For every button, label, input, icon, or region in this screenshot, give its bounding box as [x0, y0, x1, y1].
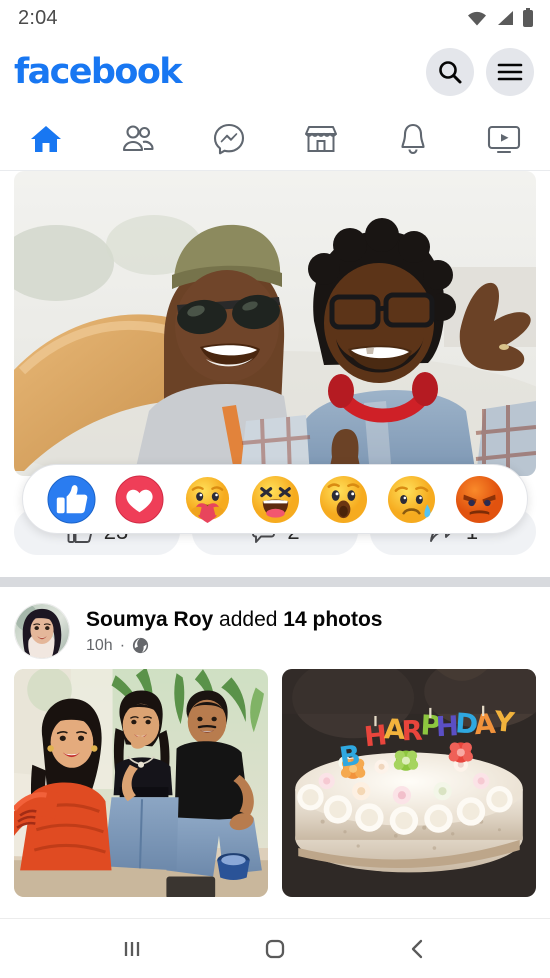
app-header: facebook	[0, 36, 550, 108]
reaction-haha[interactable]	[251, 475, 300, 524]
android-home-button[interactable]	[245, 925, 305, 973]
back-chevron-icon	[412, 939, 423, 958]
post-one-image-wrap: Cameron Green and 3 others	[0, 171, 550, 534]
two-friends-selfie-photo	[14, 171, 536, 476]
menu-button[interactable]	[486, 48, 534, 96]
status-icons	[466, 8, 534, 28]
soumya-roy-avatar-photo	[15, 604, 69, 658]
friends-icon	[122, 125, 154, 152]
android-back-button[interactable]	[388, 925, 448, 973]
post-author-name[interactable]: Soumya Roy	[86, 608, 213, 631]
svg-text:B: B	[338, 740, 363, 774]
meta-separator: ·	[119, 636, 126, 654]
haha-reaction-icon	[251, 475, 299, 523]
status-bar: 2:04	[0, 0, 550, 36]
navigation-tab-bar	[0, 108, 550, 171]
reaction-love[interactable]	[114, 474, 164, 524]
reaction-picker	[22, 464, 528, 534]
happy-birthday-cake-photo: B H A R P H D A Y	[282, 669, 536, 897]
grid-photo-friends[interactable]	[14, 669, 268, 897]
post-two-header: Soumya Roy added 14 photos 10h ·	[0, 587, 550, 669]
care-reaction-icon	[185, 476, 229, 523]
messenger-icon	[214, 123, 245, 155]
tab-friends[interactable]	[92, 108, 184, 170]
reaction-wow[interactable]	[319, 475, 368, 524]
reaction-like[interactable]	[46, 474, 96, 524]
post-two-photo-grid: B H A R P H D A Y	[0, 669, 550, 897]
android-navigation-bar	[0, 918, 550, 978]
facebook-logo[interactable]: facebook	[14, 54, 183, 90]
hamburger-menu-icon	[497, 63, 523, 81]
post-two-head-text: Soumya Roy added 14 photos 10h ·	[86, 607, 382, 654]
reaction-angry[interactable]	[455, 475, 504, 524]
header-actions	[426, 48, 534, 96]
search-button[interactable]	[426, 48, 474, 96]
post-meta: 10h ·	[86, 637, 382, 655]
avatar[interactable]	[14, 603, 70, 659]
love-reaction-icon	[114, 474, 164, 524]
sad-reaction-icon	[387, 475, 435, 523]
tab-home[interactable]	[0, 108, 92, 170]
post-divider	[0, 577, 550, 587]
battery-icon	[523, 8, 533, 27]
wifi-icon	[468, 11, 486, 26]
post-title: Soumya Roy added 14 photos	[86, 607, 382, 633]
news-feed: Cameron Green and 3 others	[0, 171, 550, 897]
tab-notifications[interactable]	[367, 108, 459, 170]
marketplace-icon	[304, 126, 337, 152]
grid-photo-cake[interactable]: B H A R P H D A Y	[282, 669, 536, 897]
post-one-photo[interactable]	[14, 171, 536, 476]
globe-public-icon	[132, 638, 149, 654]
like-reaction-icon	[46, 474, 96, 524]
reaction-sad[interactable]	[387, 475, 436, 524]
home-icon	[30, 126, 61, 152]
post-timestamp: 10h	[86, 636, 113, 654]
post-object-text[interactable]: 14 photos	[283, 608, 382, 631]
recents-icon	[124, 941, 139, 956]
video-play-icon	[488, 125, 521, 154]
angry-reaction-icon	[455, 475, 503, 523]
cellular-signal-icon	[498, 11, 513, 25]
tab-messenger[interactable]	[183, 108, 275, 170]
tab-marketplace[interactable]	[275, 108, 367, 170]
bell-icon	[400, 123, 425, 155]
status-time: 2:04	[18, 6, 58, 29]
post-one: Cameron Green and 3 others	[0, 171, 550, 577]
search-icon	[439, 61, 462, 84]
wow-reaction-icon	[319, 475, 367, 523]
friends-group-selfie-photo	[14, 669, 268, 897]
reaction-care[interactable]	[183, 475, 232, 524]
post-two: Soumya Roy added 14 photos 10h · B H A R…	[0, 587, 550, 897]
tab-watch[interactable]	[458, 108, 550, 170]
android-recents-button[interactable]	[102, 925, 162, 973]
post-action-text: added	[219, 608, 278, 632]
home-square-icon	[265, 939, 285, 958]
